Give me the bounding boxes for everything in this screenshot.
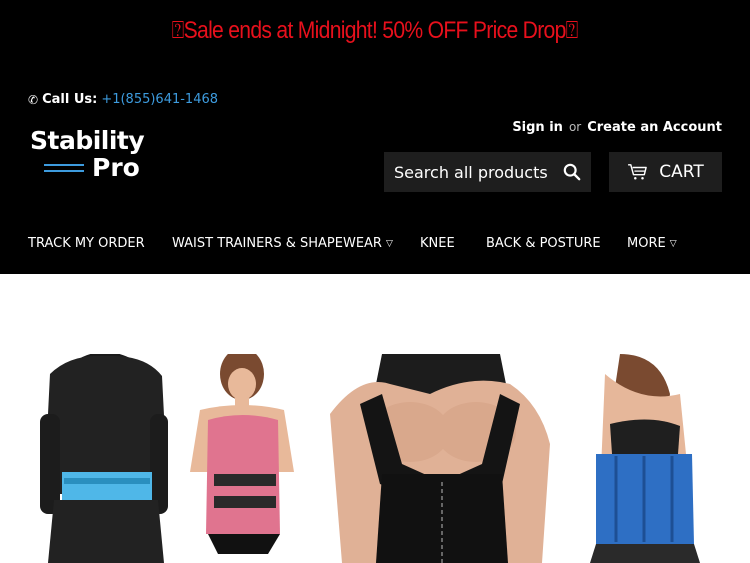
chevron-down-icon: ▽ <box>669 238 677 249</box>
call-us: ✆ Call Us: +1(855)641-1468 <box>28 92 218 107</box>
logo-lines-icon <box>44 160 84 176</box>
nav-item-waist-trainers[interactable]: WAIST TRAINERS & SHAPEWEAR ▽ <box>172 236 420 251</box>
site-logo[interactable]: Stability Pro <box>30 126 145 186</box>
call-label: Call Us: <box>42 92 98 107</box>
model-black-corset <box>330 354 550 563</box>
nav-item-label: KNEE <box>420 236 455 251</box>
logo-text-top: Stability <box>30 126 145 155</box>
waist-trainer-models-image <box>40 354 700 563</box>
or-text: or <box>568 120 582 134</box>
search-input[interactable]: Search all products <box>384 152 591 192</box>
site-header: ✆ Call Us: +1(855)641-1468 Stability Pro… <box>0 62 750 274</box>
account-links: Sign in or Create an Account <box>512 120 722 135</box>
model-back-view <box>40 354 168 563</box>
phone-number-link[interactable]: +1(855)641-1468 <box>101 92 218 107</box>
nav-item-label: WAIST TRAINERS & SHAPEWEAR <box>172 236 382 251</box>
nav-item-back-posture[interactable]: BACK & POSTURE <box>486 236 627 251</box>
promo-banner: ⍰Sale ends at Midnight! 50% OFF Price Dr… <box>0 0 750 62</box>
search-icon[interactable] <box>563 163 581 181</box>
cart-icon <box>628 164 648 180</box>
phone-icon: ✆ <box>28 92 39 107</box>
cart-button[interactable]: CART <box>609 152 722 192</box>
create-account-link[interactable]: Create an Account <box>587 120 722 135</box>
nav-item-more[interactable]: MORE ▽ <box>627 236 677 251</box>
nav-item-label: BACK & POSTURE <box>486 236 601 251</box>
nav-item-label: MORE <box>627 236 666 251</box>
sign-in-link[interactable]: Sign in <box>512 120 563 135</box>
hero-product-image[interactable] <box>30 354 720 563</box>
cart-label: CART <box>659 162 704 182</box>
promo-text: ⍰Sale ends at Midnight! 50% OFF Price Dr… <box>172 17 579 44</box>
model-pink-vest <box>190 354 294 554</box>
search-placeholder: Search all products <box>394 162 548 182</box>
nav-item-label: TRACK MY ORDER <box>28 236 145 251</box>
chevron-down-icon: ▽ <box>385 238 393 249</box>
logo-text-bottom: Pro <box>92 153 140 182</box>
main-nav: TRACK MY ORDER WAIST TRAINERS & SHAPEWEA… <box>28 236 677 251</box>
model-blue-trainer <box>590 354 700 563</box>
nav-item-track-order[interactable]: TRACK MY ORDER <box>28 236 172 251</box>
nav-item-knee[interactable]: KNEE <box>420 236 486 251</box>
